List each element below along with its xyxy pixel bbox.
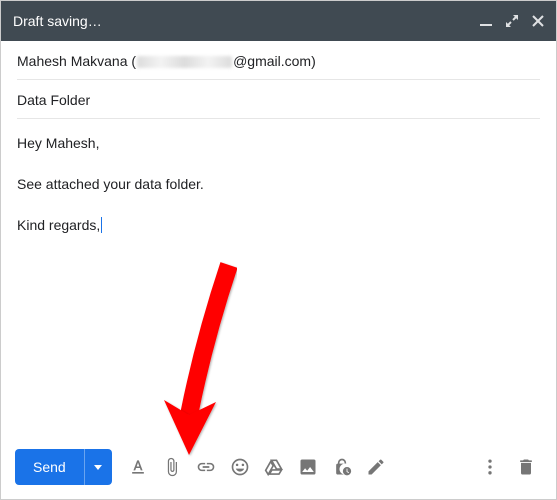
format-text-button[interactable] bbox=[122, 451, 154, 483]
attach-file-button[interactable] bbox=[156, 451, 188, 483]
header-fields: Mahesh Makvana ( @gmail.com) Data Folder bbox=[1, 41, 556, 119]
send-button-group: Send bbox=[15, 449, 112, 485]
window-title: Draft saving… bbox=[13, 13, 480, 29]
confidential-mode-button[interactable] bbox=[326, 451, 358, 483]
recipient-domain: @gmail.com) bbox=[233, 53, 316, 69]
subject-field[interactable]: Data Folder bbox=[17, 80, 540, 119]
insert-emoji-button[interactable] bbox=[224, 451, 256, 483]
body-line-1: Hey Mahesh, bbox=[17, 133, 540, 154]
insert-link-button[interactable] bbox=[190, 451, 222, 483]
link-icon bbox=[196, 457, 216, 477]
close-icon[interactable] bbox=[532, 15, 544, 27]
send-button[interactable]: Send bbox=[15, 449, 84, 485]
send-options-button[interactable] bbox=[84, 449, 112, 485]
recipient-name: Mahesh Makvana bbox=[17, 53, 128, 69]
caret-down-icon bbox=[94, 465, 102, 470]
format-text-icon bbox=[128, 457, 148, 477]
insert-signature-button[interactable] bbox=[360, 451, 392, 483]
trash-icon bbox=[516, 457, 536, 477]
expand-icon[interactable] bbox=[506, 15, 518, 27]
insert-drive-button[interactable] bbox=[258, 451, 290, 483]
emoji-icon bbox=[230, 457, 250, 477]
attachment-icon bbox=[162, 457, 182, 477]
body-line-3: Kind regards, bbox=[17, 215, 540, 236]
insert-photo-button[interactable] bbox=[292, 451, 324, 483]
text-cursor bbox=[101, 217, 102, 233]
pen-icon bbox=[366, 457, 386, 477]
message-body[interactable]: Hey Mahesh, See attached your data folde… bbox=[1, 119, 556, 439]
recipient-open-paren: ( bbox=[131, 53, 136, 69]
minimize-icon[interactable] bbox=[480, 15, 492, 27]
drive-icon bbox=[264, 457, 284, 477]
discard-draft-button[interactable] bbox=[510, 451, 542, 483]
body-line-2: See attached your data folder. bbox=[17, 174, 540, 195]
compose-footer: Send bbox=[1, 439, 556, 499]
to-field[interactable]: Mahesh Makvana ( @gmail.com) bbox=[17, 41, 540, 80]
toolbar bbox=[122, 451, 392, 483]
compose-window: Draft saving… Mahesh Makvana ( @gmail.com… bbox=[0, 0, 557, 500]
image-icon bbox=[298, 457, 318, 477]
window-controls bbox=[480, 15, 544, 27]
redacted-email-local bbox=[137, 56, 232, 68]
more-vertical-icon bbox=[480, 457, 500, 477]
more-options-button[interactable] bbox=[474, 451, 506, 483]
titlebar: Draft saving… bbox=[1, 1, 556, 41]
lock-clock-icon bbox=[332, 457, 352, 477]
